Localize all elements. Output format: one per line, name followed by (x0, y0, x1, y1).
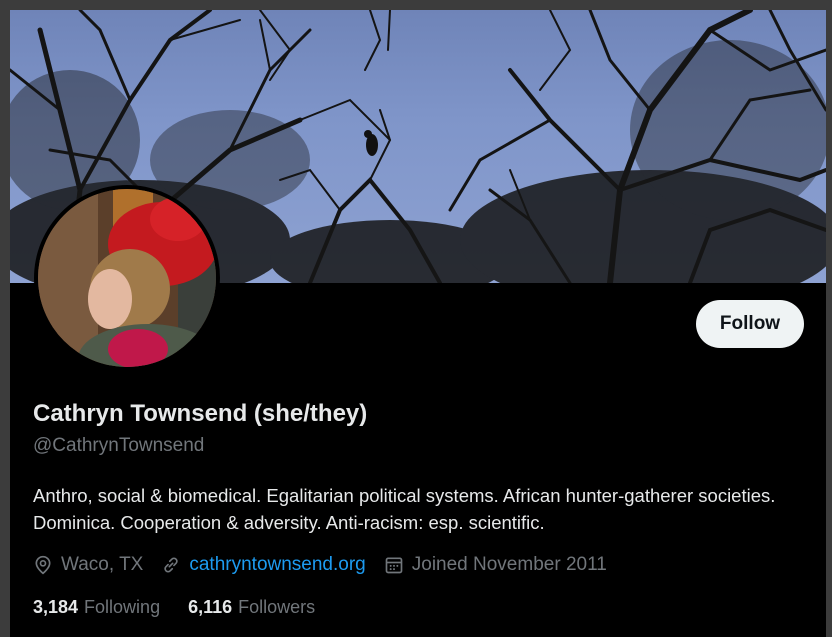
profile-bio: Anthro, social & biomedical. Egalitarian… (33, 485, 776, 533)
calendar-icon (385, 557, 403, 574)
profile-page: Follow Cathryn Townsend (she/they) @Cath… (10, 10, 826, 637)
profile-display-name: Cathryn Townsend (she/they) (33, 400, 368, 427)
joined-item: Joined November 2011 (384, 554, 607, 576)
link-icon (164, 557, 179, 573)
following-count: 3,184 (33, 597, 79, 617)
profile-stats: 3,184 Following 6,116 Followers (33, 597, 343, 618)
followers-label: Followers (238, 597, 316, 617)
joined-text: Joined November 2011 (411, 554, 607, 575)
follow-button[interactable]: Follow (696, 300, 804, 348)
followers-link[interactable]: 6,116 Followers (188, 597, 315, 618)
profile-avatar[interactable] (34, 185, 220, 371)
website-item: cathryntownsend.org (161, 554, 366, 576)
location-item: Waco, TX (33, 554, 143, 576)
followers-count: 6,116 (188, 597, 233, 617)
profile-meta: Waco, TX cathryntownsend.org Joined Nove… (33, 552, 625, 578)
profile-handle: @CathrynTownsend (33, 435, 205, 456)
following-link[interactable]: 3,184 Following (33, 597, 160, 618)
following-label: Following (84, 597, 161, 617)
avatar-photo (38, 189, 216, 367)
location-text: Waco, TX (61, 554, 144, 575)
location-pin-icon (35, 555, 51, 575)
website-link[interactable]: cathryntownsend.org (189, 554, 365, 576)
